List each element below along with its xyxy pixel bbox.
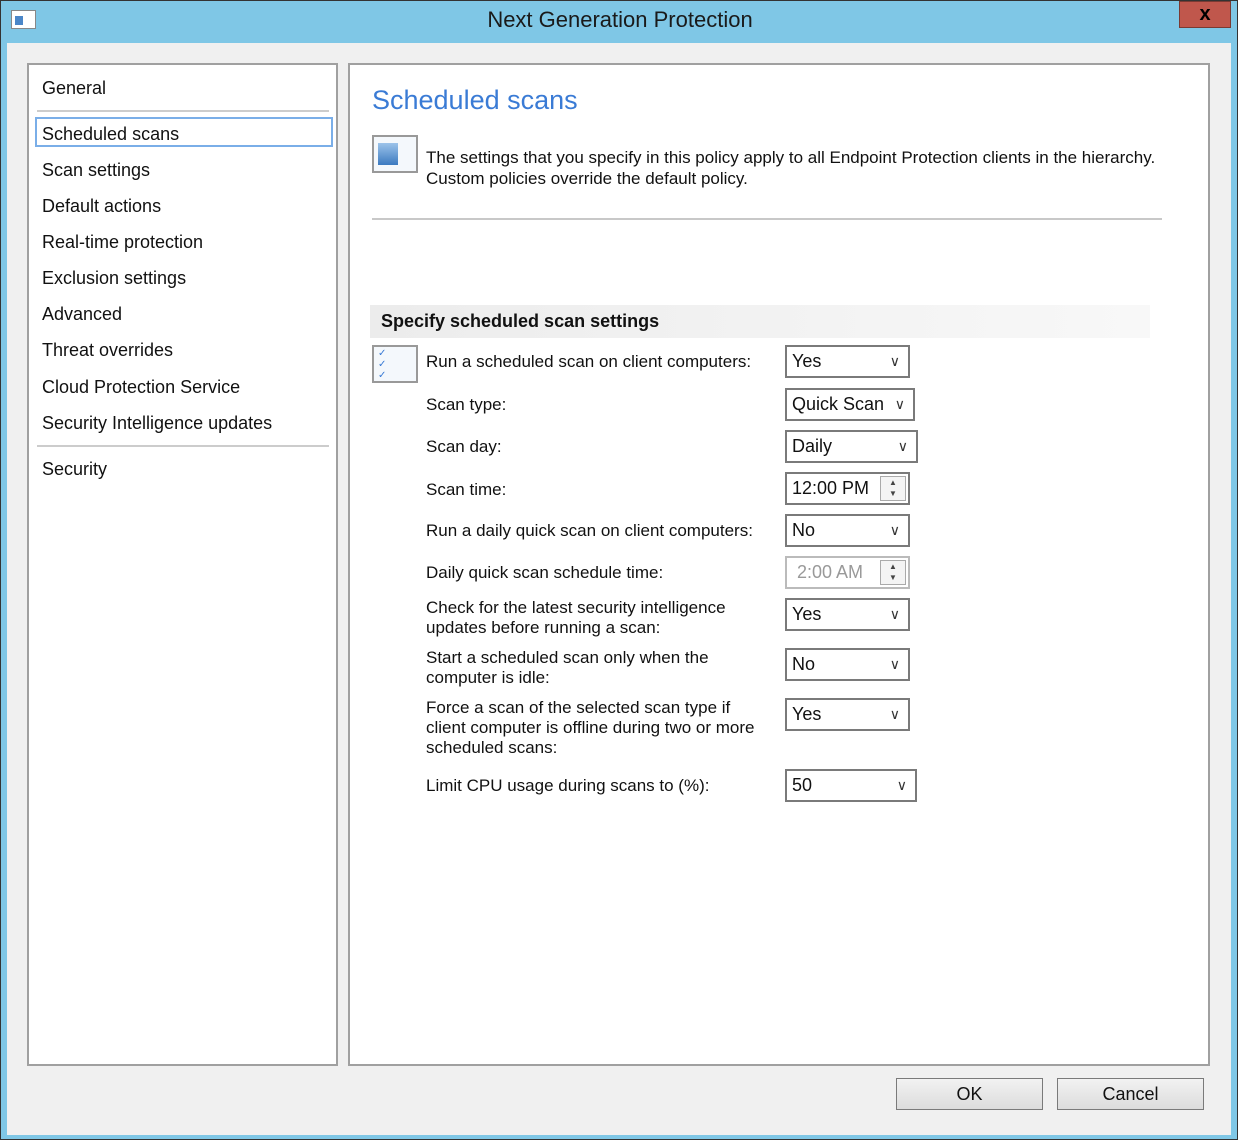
setting-label: Force a scan of the selected scan type i… bbox=[426, 698, 755, 757]
page-title: Scheduled scans bbox=[372, 85, 578, 115]
idle-scan-select[interactable]: No ∨ bbox=[785, 648, 910, 681]
daily-quick-scan-select[interactable]: No ∨ bbox=[785, 514, 910, 547]
chevron-down-icon: ∨ bbox=[889, 353, 900, 369]
spinner-updown-icon[interactable]: ▲ ▼ bbox=[880, 476, 906, 501]
nav-item-scheduled-scans[interactable]: Scheduled scans bbox=[35, 117, 333, 147]
chevron-down-icon: ∨ bbox=[896, 777, 907, 793]
nav-item-advanced[interactable]: Advanced bbox=[41, 299, 122, 329]
chevron-down-icon: ∨ bbox=[897, 438, 908, 454]
nav-item-default-actions[interactable]: Default actions bbox=[41, 191, 161, 221]
select-value: 50 bbox=[792, 775, 813, 795]
checklist-icon bbox=[372, 345, 418, 383]
nav-item-security[interactable]: Security bbox=[41, 454, 107, 484]
setting-label: Run a scheduled scan on client computers… bbox=[426, 352, 752, 371]
section-title: Specify scheduled scan settings bbox=[370, 305, 1150, 338]
title-bar: Next Generation Protection x bbox=[1, 1, 1238, 41]
setting-label: Daily quick scan schedule time: bbox=[426, 563, 664, 582]
cancel-button[interactable]: Cancel bbox=[1057, 1078, 1204, 1110]
chevron-down-icon: ∨ bbox=[889, 606, 900, 622]
select-value: Yes bbox=[792, 604, 822, 624]
cpu-limit-select[interactable]: 50 ∨ bbox=[785, 769, 917, 802]
spinner-updown-icon: ▲ ▼ bbox=[880, 560, 906, 585]
chevron-down-icon: ∨ bbox=[889, 656, 900, 672]
divider bbox=[372, 218, 1162, 220]
ok-button[interactable]: OK bbox=[896, 1078, 1043, 1110]
nav-item-threat-overrides[interactable]: Threat overrides bbox=[41, 335, 173, 365]
daily-quick-scan-time-input: 2:00 AM ▲ ▼ bbox=[785, 556, 910, 589]
nav-divider bbox=[37, 445, 329, 447]
chevron-down-icon: ∨ bbox=[889, 706, 900, 722]
scan-day-select[interactable]: Daily ∨ bbox=[785, 430, 918, 463]
info-line-2: Custom policies override the default pol… bbox=[426, 169, 748, 188]
force-scan-select[interactable]: Yes ∨ bbox=[785, 698, 910, 731]
select-value: Yes bbox=[792, 704, 822, 724]
select-value: Quick Scan bbox=[792, 394, 885, 414]
select-value: Daily bbox=[792, 436, 833, 456]
info-text: The settings that you specify in this po… bbox=[426, 147, 1155, 189]
close-button[interactable]: x bbox=[1179, 1, 1231, 28]
run-scheduled-scan-select[interactable]: Yes ∨ bbox=[785, 345, 910, 378]
chevron-down-icon: ∨ bbox=[894, 396, 905, 412]
content-panel: Scheduled scans The settings that you sp… bbox=[348, 63, 1210, 1066]
nav-item-general[interactable]: General bbox=[41, 73, 106, 103]
select-value: No bbox=[792, 654, 816, 674]
nav-item-scan-settings[interactable]: Scan settings bbox=[41, 155, 150, 185]
info-line-1: The settings that you specify in this po… bbox=[426, 148, 1156, 167]
setting-label: Start a scheduled scan only when the com… bbox=[426, 648, 709, 687]
nav-item-security-intelligence[interactable]: Security Intelligence updates bbox=[41, 408, 272, 438]
setting-label: Scan type: bbox=[426, 395, 507, 414]
nav-item-exclusion-settings[interactable]: Exclusion settings bbox=[41, 263, 186, 293]
chevron-down-icon: ∨ bbox=[889, 522, 900, 538]
policy-info-icon bbox=[372, 135, 418, 173]
time-value: 2:00 AM bbox=[797, 562, 864, 582]
nav-panel: General Scheduled scans Scan settings De… bbox=[27, 63, 338, 1066]
setting-label: Check for the latest security intelligen… bbox=[426, 598, 726, 637]
check-updates-select[interactable]: Yes ∨ bbox=[785, 598, 910, 631]
scan-type-select[interactable]: Quick Scan ∨ bbox=[785, 388, 915, 421]
nav-item-real-time-protection[interactable]: Real-time protection bbox=[41, 227, 203, 257]
setting-label: Run a daily quick scan on client compute… bbox=[426, 521, 753, 540]
select-value: Yes bbox=[792, 351, 822, 371]
setting-label: Limit CPU usage during scans to (%): bbox=[426, 776, 710, 795]
nav-item-cloud-protection[interactable]: Cloud Protection Service bbox=[41, 372, 240, 402]
nav-divider bbox=[37, 110, 329, 112]
setting-label: Scan day: bbox=[426, 437, 502, 456]
setting-label: Scan time: bbox=[426, 480, 507, 499]
select-value: No bbox=[792, 520, 816, 540]
scan-time-input[interactable]: 12:00 PM ▲ ▼ bbox=[785, 472, 910, 505]
window-title: Next Generation Protection bbox=[487, 7, 753, 32]
time-value: 12:00 PM bbox=[792, 478, 870, 498]
